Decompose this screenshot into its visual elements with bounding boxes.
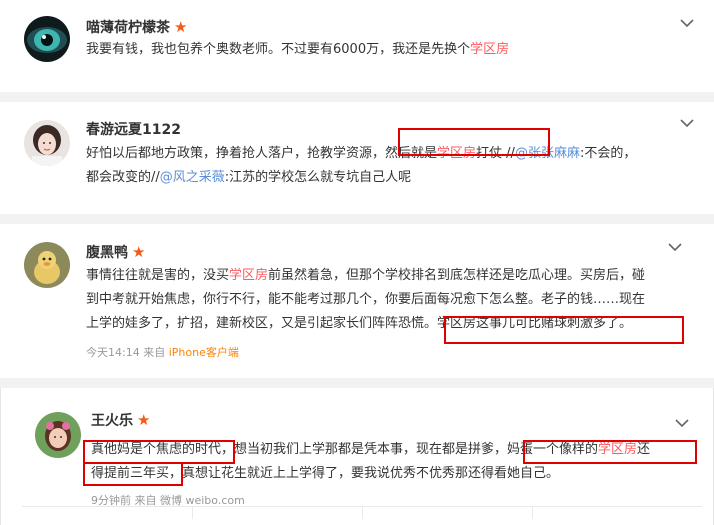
section-divider — [0, 378, 714, 388]
action-divider — [532, 507, 533, 519]
comment-card: 喵薄荷柠檬茶 ★ 我要有钱，我也包养个奥数老师。不过要有6000万，我还是先换个学… — [0, 0, 714, 92]
avatar[interactable] — [24, 16, 70, 62]
comment-meta: 今天14:14 来自 iPhone客户端 — [86, 346, 239, 359]
chevron-down-icon[interactable] — [673, 416, 691, 430]
vip-star-icon: ★ — [137, 411, 151, 429]
avatar-eye-image — [24, 16, 70, 62]
username[interactable]: 腹黑鸭 ★ — [86, 243, 145, 262]
source-link[interactable]: iPhone客户端 — [169, 346, 239, 359]
annotation-box — [523, 440, 697, 464]
comment-card: 腹黑鸭 ★ 事情往往就是害的，没买学区房前虽然着急，但那个学校排名到底怎样还是吃瓜… — [0, 224, 714, 378]
topic-link[interactable]: 学区房 — [229, 268, 268, 283]
chevron-down-icon[interactable] — [678, 116, 696, 130]
action-bar — [22, 506, 702, 519]
avatar-duck-image — [24, 242, 70, 288]
username[interactable]: 春游远夏1122 — [86, 121, 181, 139]
topic-link[interactable]: 学区房 — [470, 42, 509, 57]
chevron-down-icon[interactable] — [666, 240, 684, 254]
annotation-box — [444, 316, 684, 344]
action-divider — [362, 507, 363, 519]
comment-text: 我要有钱，我也包养个奥数老师。不过要有6000万，我还是先换个学区房 — [86, 42, 510, 57]
comment-text: 好怕以后都地方政策，挣着抢人落户，抢教学资源，然后就是学区房打仗 //@张张麻麻… — [86, 146, 637, 185]
comment-card: 王火乐 ★ 真他妈是个焦虑的时代，想当初我们上学那都是凭本事，现在都是拼爹，妈蛋一… — [0, 388, 714, 525]
section-divider — [0, 92, 714, 102]
avatar[interactable] — [35, 412, 81, 458]
username[interactable]: 王火乐 ★ — [91, 411, 150, 430]
comment-card: 春游远夏1122 好怕以后都地方政策，挣着抢人落户，抢教学资源，然后就是学区房打… — [0, 102, 714, 214]
vip-star-icon: ★ — [174, 18, 188, 36]
avatar-child-image — [35, 412, 81, 458]
vip-star-icon: ★ — [132, 243, 146, 261]
annotation-box — [398, 128, 550, 156]
avatar[interactable] — [24, 120, 70, 166]
chevron-down-icon[interactable] — [678, 16, 696, 30]
section-divider — [0, 214, 714, 224]
annotation-box — [83, 440, 235, 464]
mention-link[interactable]: @风之采薇 — [160, 170, 225, 185]
annotation-box — [83, 462, 183, 486]
avatar-girl-image — [24, 120, 70, 166]
avatar[interactable] — [24, 242, 70, 288]
username[interactable]: 喵薄荷柠檬茶 ★ — [86, 18, 187, 37]
action-divider — [192, 507, 193, 519]
